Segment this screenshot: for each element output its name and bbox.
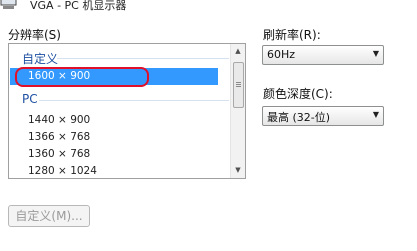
resolution-item[interactable]: 1360 × 768 — [10, 146, 218, 163]
monitor-icon — [0, 0, 17, 9]
grip-line — [236, 84, 241, 85]
custom-resolution-button[interactable]: 自定义(M)... — [8, 205, 90, 227]
resolution-label: 分辨率(S) — [8, 28, 61, 42]
refresh-rate-value: 60Hz — [267, 48, 296, 61]
resolution-item[interactable]: 1440 × 900 — [10, 112, 218, 129]
resolution-item[interactable]: 1280 × 1024 — [10, 163, 218, 178]
grip-line — [236, 86, 241, 87]
refresh-rate-label: 刷新率(R): — [263, 28, 321, 42]
color-depth-label: 颜色深度(C): — [263, 87, 333, 101]
group-divider — [39, 100, 229, 101]
resolution-list[interactable]: 自定义 1600 × 900 PC 1440 × 900 1366 × 768 … — [8, 43, 246, 179]
group-header-pc: PC — [22, 92, 38, 106]
scroll-down-arrow-icon[interactable]: ▼ — [231, 163, 245, 178]
resolution-item-selected[interactable]: 1600 × 900 — [10, 68, 218, 85]
resolution-item[interactable]: 1366 × 768 — [10, 129, 218, 146]
list-scrollbar[interactable]: ▲ ▼ — [230, 44, 245, 178]
scroll-up-arrow-icon[interactable]: ▲ — [231, 44, 245, 59]
chevron-down-icon: ▼ — [372, 110, 379, 119]
grip-line — [236, 82, 241, 83]
color-depth-value: 最高 (32-位) — [267, 111, 331, 124]
group-divider — [57, 58, 229, 59]
group-header-custom: 自定义 — [22, 52, 59, 66]
window-title: VGA - PC 机显示器 — [30, 0, 127, 12]
color-depth-select[interactable]: 最高 (32-位) ▼ — [262, 106, 384, 126]
chevron-down-icon: ▼ — [372, 49, 379, 58]
refresh-rate-select[interactable]: 60Hz ▼ — [262, 45, 384, 65]
scroll-thumb[interactable] — [233, 62, 244, 108]
